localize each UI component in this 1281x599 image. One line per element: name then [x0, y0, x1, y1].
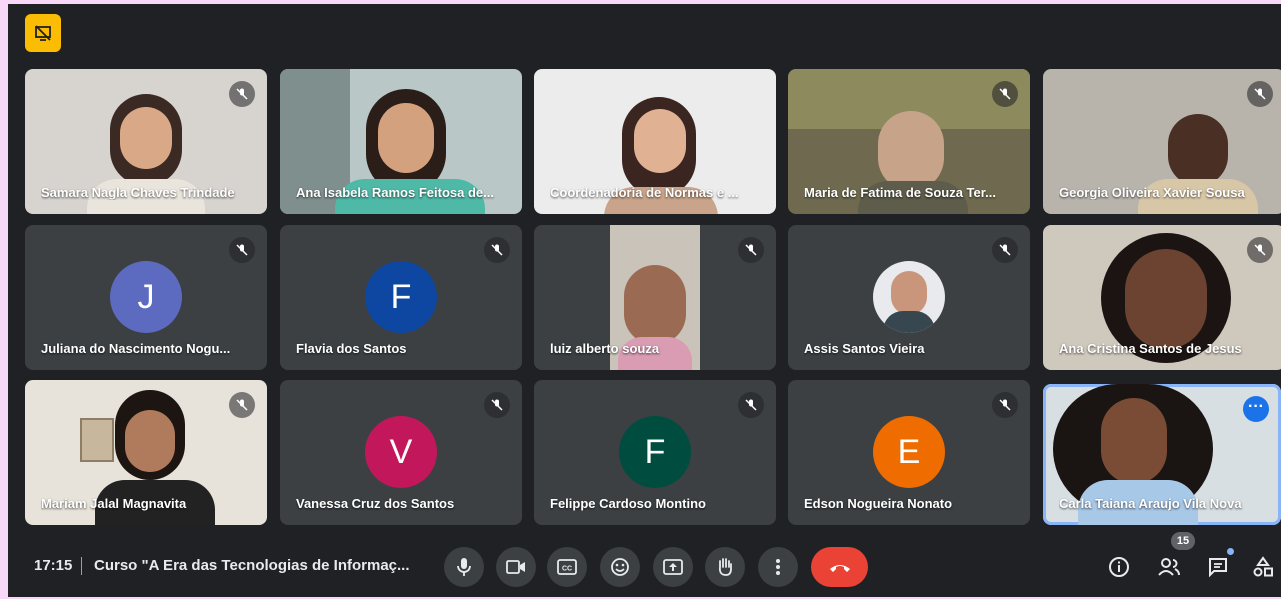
more-options-icon[interactable]: ··· [1243, 396, 1269, 422]
participant-tile[interactable]: Ana Isabela Ramos Feitosa de... [280, 69, 522, 214]
participant-name: Juliana do Nascimento Nogu... [41, 341, 231, 356]
divider [81, 557, 82, 575]
participant-name: Coordenadoria de Normas e ... [550, 185, 739, 200]
meeting-title: Curso "A Era das Tecnologias de Informaç… [94, 557, 410, 574]
participant-name: Assis Santos Vieira [804, 341, 925, 356]
mic-off-icon [229, 81, 255, 107]
recording-badge[interactable] [25, 14, 61, 52]
presentation-off-icon [35, 25, 51, 41]
participant-tile[interactable]: Georgia Oliveira Xavier Sousa [1043, 69, 1281, 214]
participant-tile[interactable]: luiz alberto souza [534, 225, 776, 370]
mic-icon [457, 558, 471, 576]
participant-name: Samara Nagla Chaves Trindade [41, 185, 235, 200]
participant-video [1168, 114, 1228, 186]
participant-name: Ana Isabela Ramos Feitosa de... [296, 185, 494, 200]
mic-off-icon [484, 392, 510, 418]
more-options-button[interactable] [758, 547, 798, 587]
participant-name: Georgia Oliveira Xavier Sousa [1059, 185, 1245, 200]
captions-button[interactable]: CC [547, 547, 587, 587]
participant-tile[interactable]: Maria de Fatima de Souza Ter... [788, 69, 1030, 214]
participant-name: Carla Taiana Araujo Vila Nova [1059, 496, 1242, 511]
participant-tile[interactable]: J Juliana do Nascimento Nogu... [25, 225, 267, 370]
more-options-icon [776, 559, 780, 575]
chat-notification-dot [1227, 548, 1234, 555]
participant-tile[interactable]: Mariam Jalal Magnavita [25, 380, 267, 525]
participant-tile[interactable]: Samara Nagla Chaves Trindade [25, 69, 267, 214]
participant-name: Edson Nogueira Nonato [804, 496, 953, 511]
participant-name: Flavia dos Santos [296, 341, 407, 356]
end-call-icon [829, 565, 850, 572]
mic-off-icon [992, 237, 1018, 263]
participant-tile[interactable]: Assis Santos Vieira [788, 225, 1030, 370]
participant-name: Vanessa Cruz dos Santos [296, 496, 455, 511]
avatar: F [619, 416, 691, 488]
mic-off-icon [484, 237, 510, 263]
end-call-button[interactable] [811, 547, 868, 587]
camera-button[interactable] [496, 547, 536, 587]
avatar [873, 261, 945, 333]
meeting-time: 17:15 [34, 557, 73, 574]
mic-off-icon [229, 392, 255, 418]
mic-off-icon [738, 392, 764, 418]
participant-name: Ana Cristina Santos de Jesus [1059, 341, 1242, 356]
info-button[interactable] [1104, 552, 1134, 582]
raise-hand-icon [718, 558, 732, 576]
avatar: F [365, 261, 437, 333]
participant-tile[interactable]: V Vanessa Cruz dos Santos [280, 380, 522, 525]
mic-button[interactable] [444, 547, 484, 587]
captions-icon: CC [557, 559, 577, 575]
meeting-window: Samara Nagla Chaves Trindade Ana Isabela… [8, 4, 1281, 597]
mic-off-icon [1247, 81, 1273, 107]
svg-text:CC: CC [562, 566, 572, 573]
participant-name: luiz alberto souza [550, 341, 660, 356]
participant-count-badge: 15 [1171, 532, 1195, 550]
emoji-icon [611, 558, 629, 576]
participant-tile[interactable]: E Edson Nogueira Nonato [788, 380, 1030, 525]
chat-button[interactable] [1203, 552, 1233, 582]
chat-icon [1209, 558, 1227, 578]
participant-tile[interactable]: F Flavia dos Santos [280, 225, 522, 370]
activities-icon [1253, 556, 1273, 577]
camera-icon [506, 560, 525, 574]
mic-off-icon [1247, 237, 1273, 263]
participant-video [878, 111, 944, 191]
participant-name: Mariam Jalal Magnavita [41, 496, 187, 511]
participant-name: Felippe Cardoso Montino [550, 496, 706, 511]
participant-tile[interactable]: F Felippe Cardoso Montino [534, 380, 776, 525]
participant-name: Maria de Fatima de Souza Ter... [804, 185, 996, 200]
present-icon [663, 559, 683, 575]
participant-tile[interactable]: Ana Cristina Santos de Jesus [1043, 225, 1281, 370]
mic-off-icon [992, 81, 1018, 107]
participant-tile[interactable]: Coordenadoria de Normas e ... [534, 69, 776, 214]
participant-tile[interactable]: ··· Carla Taiana Araujo Vila Nova [1043, 384, 1281, 525]
raise-hand-button[interactable] [705, 547, 745, 587]
people-button[interactable] [1154, 552, 1184, 582]
avatar: J [110, 261, 182, 333]
mic-off-icon [229, 237, 255, 263]
mic-off-icon [992, 392, 1018, 418]
avatar: E [873, 416, 945, 488]
mic-off-icon [738, 237, 764, 263]
present-button[interactable] [653, 547, 693, 587]
info-icon [1109, 557, 1129, 577]
people-icon [1158, 558, 1180, 576]
emoji-button[interactable] [600, 547, 640, 587]
avatar: V [365, 416, 437, 488]
activities-button[interactable] [1248, 552, 1278, 582]
